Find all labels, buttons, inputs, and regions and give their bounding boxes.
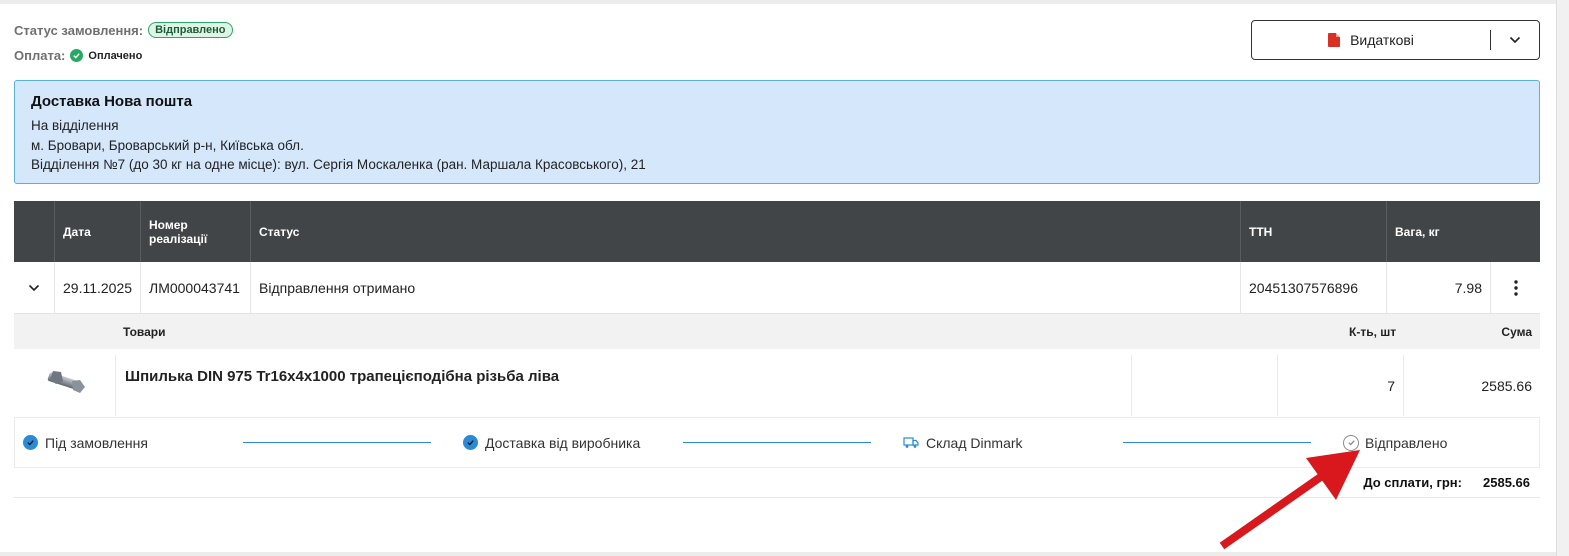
progress-step-label: Доставка від виробника <box>485 434 641 451</box>
invoice-button-label: Видаткові <box>1350 32 1414 48</box>
product-sum-cell: 2585.66 <box>1403 355 1540 416</box>
delivery-title: Доставка Нова пошта <box>31 93 193 110</box>
progress-connector <box>683 442 871 443</box>
goods-column-sum: Сума <box>1501 325 1532 339</box>
chevron-down-icon <box>28 284 40 291</box>
progress-step-supplier-delivery: Доставка від виробника <box>463 418 640 467</box>
invoice-documents-button[interactable]: Видаткові <box>1251 20 1540 60</box>
vertical-scrollbar[interactable] <box>1556 0 1569 556</box>
product-name-cell: Шпилька DIN 975 Tr16x4x1000 трапецієподі… <box>115 355 1131 416</box>
paid-check-icon <box>70 49 84 62</box>
column-status: Статус <box>250 201 1240 262</box>
progress-connector <box>243 442 431 443</box>
row-date: 29.11.2025 <box>54 262 140 313</box>
annotation-arrow-icon <box>1219 450 1360 550</box>
delivery-type: На відділення <box>31 118 119 133</box>
invoice-download-button[interactable]: Видаткові <box>1252 21 1490 59</box>
total-value: 2585.66 <box>1483 475 1530 490</box>
column-number-label: Номер реалізації <box>149 217 208 246</box>
expand-row-toggle[interactable] <box>14 262 54 313</box>
order-status-label: Статус замовлення: <box>14 22 144 38</box>
table-row[interactable]: 29.11.2025 ЛМ000043741 Відправлення отри… <box>14 262 1540 314</box>
product-name: Шпилька DIN 975 Tr16x4x1000 трапецієподі… <box>125 368 560 385</box>
product-image <box>42 363 92 403</box>
product-qty: 7 <box>1387 378 1395 394</box>
product-qty-cell: 7 <box>1277 355 1403 416</box>
goods-column-qty: К-ть, шт <box>1349 325 1397 339</box>
status-badge: Відправлено <box>148 22 233 38</box>
progress-step-warehouse: Склад Dinmark <box>903 418 1023 467</box>
row-number: ЛМ000043741 <box>140 262 250 313</box>
column-weight: Вага, кг <box>1386 201 1540 262</box>
invoice-dropdown-toggle[interactable] <box>1491 21 1539 59</box>
delivery-city: м. Бровари, Броварський р-н, Київська об… <box>31 137 304 153</box>
column-ttn: ТТН <box>1240 201 1386 262</box>
chevron-down-icon <box>1509 36 1521 44</box>
payment-label: Оплата: <box>14 48 66 63</box>
delivery-info-panel: Доставка Нова пошта На відділення м. Бро… <box>14 80 1540 184</box>
row-weight: 7.98 <box>1386 262 1490 313</box>
order-status-row: Статус замовлення: Відправлено <box>14 22 233 38</box>
check-circle-icon <box>463 435 478 450</box>
check-circle-icon <box>23 435 38 450</box>
list-item: Шпилька DIN 975 Tr16x4x1000 трапецієподі… <box>14 349 1540 416</box>
product-empty-cell <box>1131 355 1277 416</box>
delivery-branch: Відділення №7 (до 30 кг на одне місце): … <box>31 157 646 172</box>
column-date: Дата <box>54 201 140 262</box>
progress-step-label: Під замовлення <box>45 434 148 451</box>
payment-value: Оплачено <box>88 49 143 62</box>
progress-step-ordered: Під замовлення <box>23 418 148 467</box>
pdf-icon <box>1328 33 1341 47</box>
truck-icon <box>903 436 919 449</box>
progress-step-label: Склад Dinmark <box>926 434 1023 451</box>
more-vertical-icon <box>1513 279 1518 296</box>
row-ttn: 20451307576896 <box>1240 262 1386 313</box>
shipments-table-header: Дата Номер реалізації Статус ТТН Вага, к… <box>14 201 1540 262</box>
column-number: Номер реалізації <box>140 201 250 262</box>
payment-status-row: Оплата: Оплачено <box>14 48 142 63</box>
row-more-button[interactable] <box>1490 262 1540 313</box>
row-status: Відправлення отримано <box>250 262 1240 313</box>
goods-column-name: Товари <box>123 325 166 339</box>
product-sum: 2585.66 <box>1481 378 1532 394</box>
goods-table-header: Товари К-ть, шт Сума <box>14 314 1540 349</box>
